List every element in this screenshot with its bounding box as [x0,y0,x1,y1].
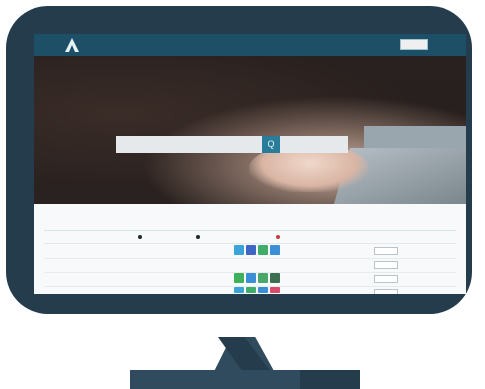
sort-dot-icon [196,234,200,239]
row-action-button[interactable] [374,289,398,294]
app-icon[interactable] [234,273,244,283]
table-header-col-3[interactable] [194,234,200,240]
logo-icon [65,38,79,52]
site-logo[interactable] [64,37,98,53]
search-input[interactable] [116,136,330,153]
alert-dot-icon [276,234,280,239]
app-icon[interactable] [270,245,280,255]
app-icon[interactable] [246,287,256,293]
table-header-col-2[interactable] [136,234,142,240]
app-icon[interactable] [258,273,268,283]
monitor-stand-base-shade [300,370,360,389]
app-icon[interactable] [270,287,280,293]
app-icon[interactable] [246,273,256,283]
search-icon: Q [267,139,275,149]
table-row[interactable] [44,272,456,287]
table-row[interactable] [44,286,456,294]
table-row[interactable] [44,244,456,259]
monitor-screen: Q [34,34,466,294]
row-action-button[interactable] [374,275,398,283]
app-icon[interactable] [258,245,268,255]
data-table [44,230,456,294]
row-action-button[interactable] [374,261,398,269]
sort-dot-icon [138,234,142,239]
app-icon[interactable] [246,245,256,255]
search-button[interactable]: Q [262,136,280,153]
app-icon[interactable] [270,273,280,283]
app-icon[interactable] [234,287,244,293]
top-navigation [34,34,466,56]
table-header-col-4[interactable] [274,234,280,240]
hero-banner: Q [34,56,466,204]
table-header [44,231,456,244]
row-action-button[interactable] [374,247,398,255]
search-bar [116,136,348,153]
app-icon[interactable] [234,245,244,255]
content-section [34,204,466,294]
monitor-bezel: Q [6,6,472,314]
app-icon[interactable] [258,287,268,293]
login-button[interactable] [400,39,428,50]
table-row[interactable] [44,258,456,273]
